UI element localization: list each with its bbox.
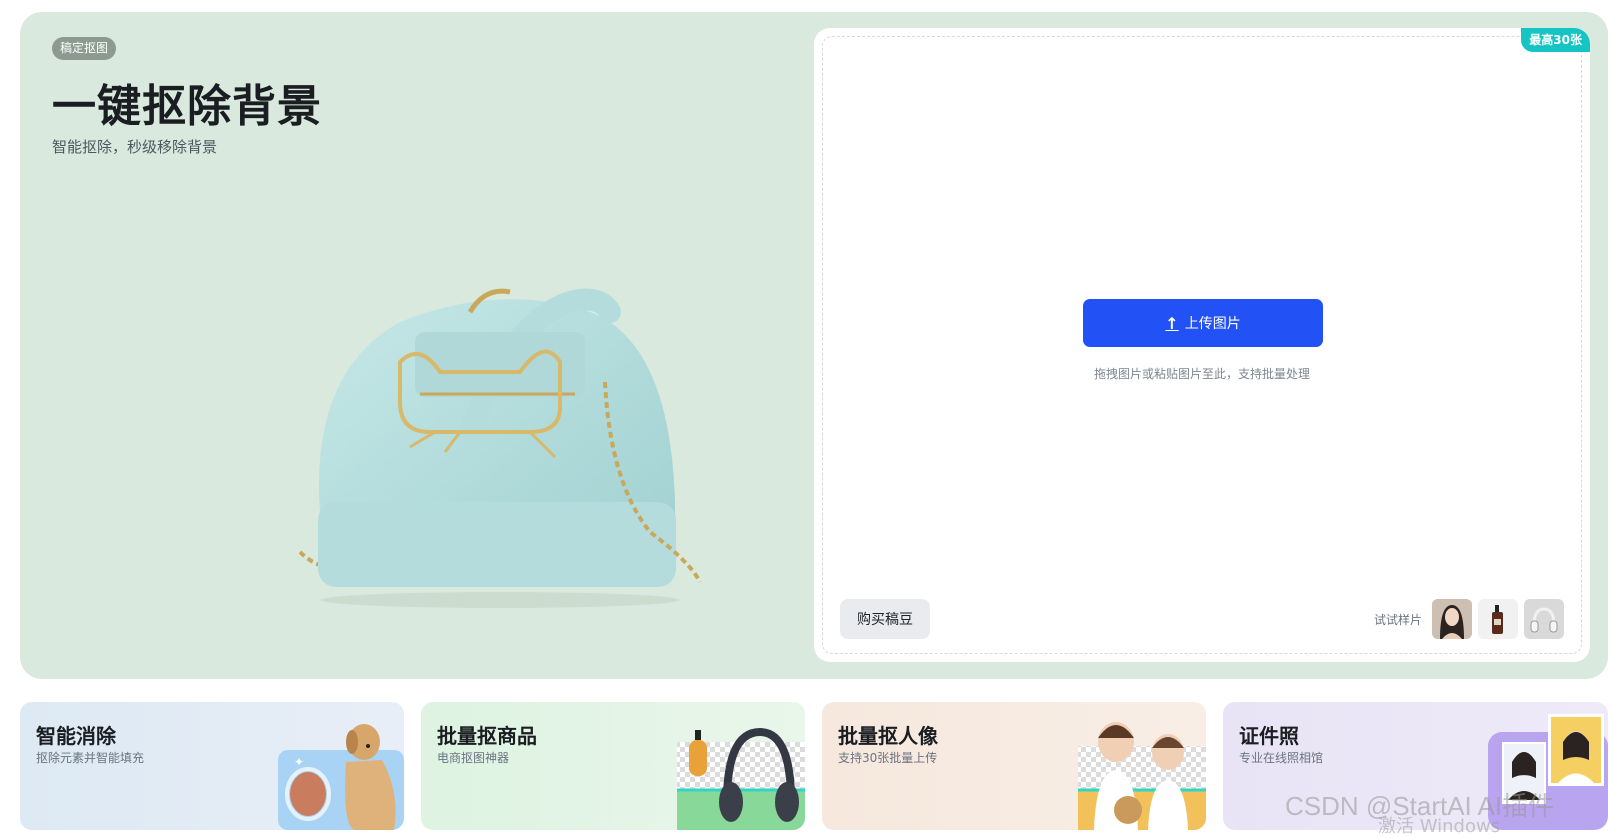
feature-subtitle: 支持30张批量上传 — [838, 751, 938, 765]
svg-text:✦: ✦ — [294, 755, 304, 769]
sample-bottle[interactable] — [1478, 599, 1518, 639]
products-illustration — [677, 727, 805, 830]
upload-arrow-icon: ↑ — [1165, 313, 1179, 333]
feature-title: 批量抠商品 — [437, 724, 537, 748]
feature-subtitle: 电商抠图神器 — [437, 751, 510, 765]
feature-card-smart-erase[interactable]: 智能消除 抠除元素并智能填充 ✦ — [20, 702, 404, 830]
samples-label: 试试样片 — [1373, 612, 1422, 627]
sample-portrait[interactable] — [1432, 599, 1472, 639]
bottle-thumbnail-icon — [1492, 605, 1503, 634]
feature-title: 批量抠人像 — [838, 724, 938, 748]
feature-subtitle: 专业在线照相馆 — [1239, 751, 1324, 765]
feature-card-batch-products[interactable]: 批量抠商品 电商抠图神器 — [421, 702, 805, 830]
feature-title: 智能消除 — [36, 724, 116, 748]
upload-dropzone[interactable]: 最高30张 ↑ 上传图片 拖拽图片或粘贴图片至此，支持批量处理 购买稿豆 试试样… — [814, 28, 1590, 662]
upload-limit-badge: 最高30张 — [1521, 28, 1590, 52]
buy-credits-button[interactable]: 购买稿豆 — [840, 599, 930, 639]
kids-illustration — [1078, 722, 1206, 830]
feature-card-batch-portraits[interactable]: 批量抠人像 支持30张批量上传 — [822, 702, 1206, 830]
upload-hint: 拖拽图片或粘贴图片至此，支持批量处理 — [1093, 367, 1310, 381]
upload-image-button[interactable]: ↑ 上传图片 — [1083, 299, 1323, 347]
windows-activation-watermark: 激活 Windows — [1378, 816, 1501, 837]
brand-tag: 稿定抠图 — [52, 37, 117, 60]
upload-button-label: 上传图片 — [1184, 316, 1241, 332]
feature-title: 证件照 — [1239, 724, 1299, 748]
page-title: 一键抠除背景 — [52, 81, 322, 132]
headphones-thumbnail-icon — [1530, 607, 1558, 633]
feature-subtitle: 抠除元素并智能填充 — [36, 751, 145, 765]
handbag-illustration — [298, 288, 702, 608]
portrait-thumbnail-icon — [1432, 599, 1472, 639]
sample-headphones[interactable] — [1524, 599, 1564, 639]
page-subtitle: 智能抠除，秒级移除背景 — [52, 138, 218, 156]
dog-illustration: ✦ — [278, 724, 404, 830]
sample-images: 试试样片 — [1374, 599, 1564, 639]
